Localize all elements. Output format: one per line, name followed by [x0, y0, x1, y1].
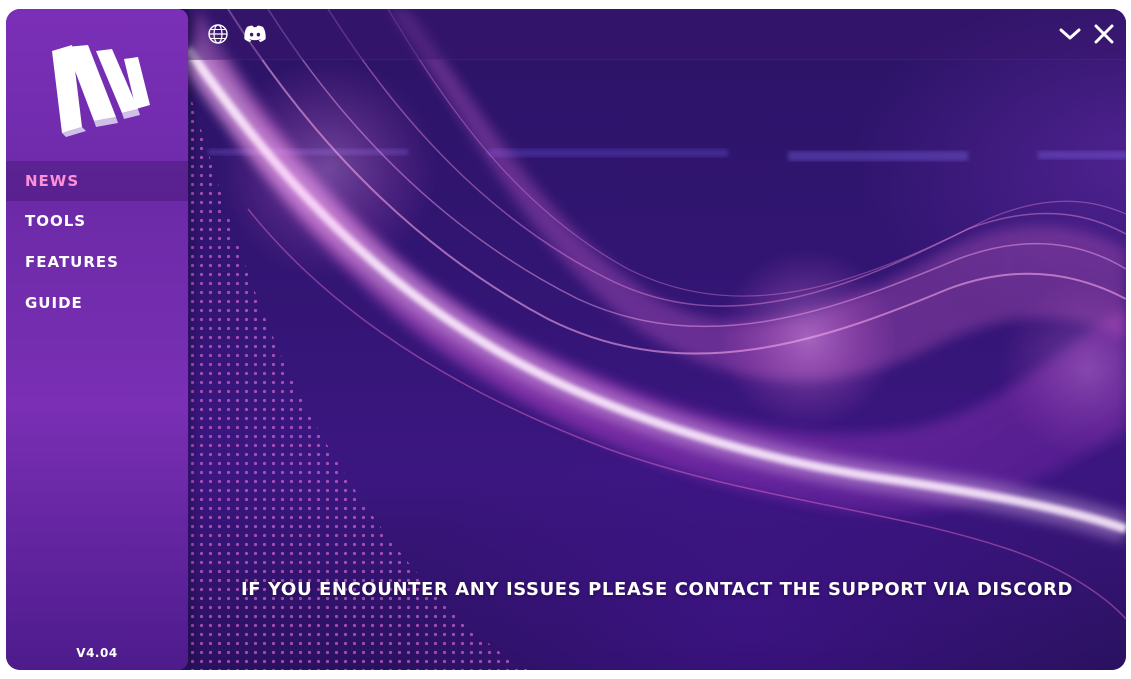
- brand-logo: [52, 45, 150, 137]
- nav-tools[interactable]: TOOLS: [6, 201, 188, 241]
- nav-news[interactable]: NEWS: [6, 161, 188, 201]
- version-label: V4.04: [76, 646, 118, 660]
- support-notice: IF YOU ENCOUNTER ANY ISSUES PLEASE CONTA…: [240, 579, 1073, 600]
- chevron-down-icon[interactable]: [1058, 22, 1082, 46]
- discord-icon[interactable]: [243, 22, 267, 46]
- launcher-window: NEWS TOOLS FEATURES GUIDE V4.04 IF YOU E…: [6, 9, 1126, 670]
- top-bar: [188, 9, 1126, 60]
- sidebar: NEWS TOOLS FEATURES GUIDE V4.04: [6, 9, 188, 670]
- nav-guide[interactable]: GUIDE: [6, 283, 188, 323]
- globe-icon[interactable]: [206, 22, 230, 46]
- close-icon[interactable]: [1092, 22, 1116, 46]
- wave-graphic: [188, 9, 1126, 670]
- hero-background: [188, 9, 1126, 670]
- nav-features[interactable]: FEATURES: [6, 242, 188, 282]
